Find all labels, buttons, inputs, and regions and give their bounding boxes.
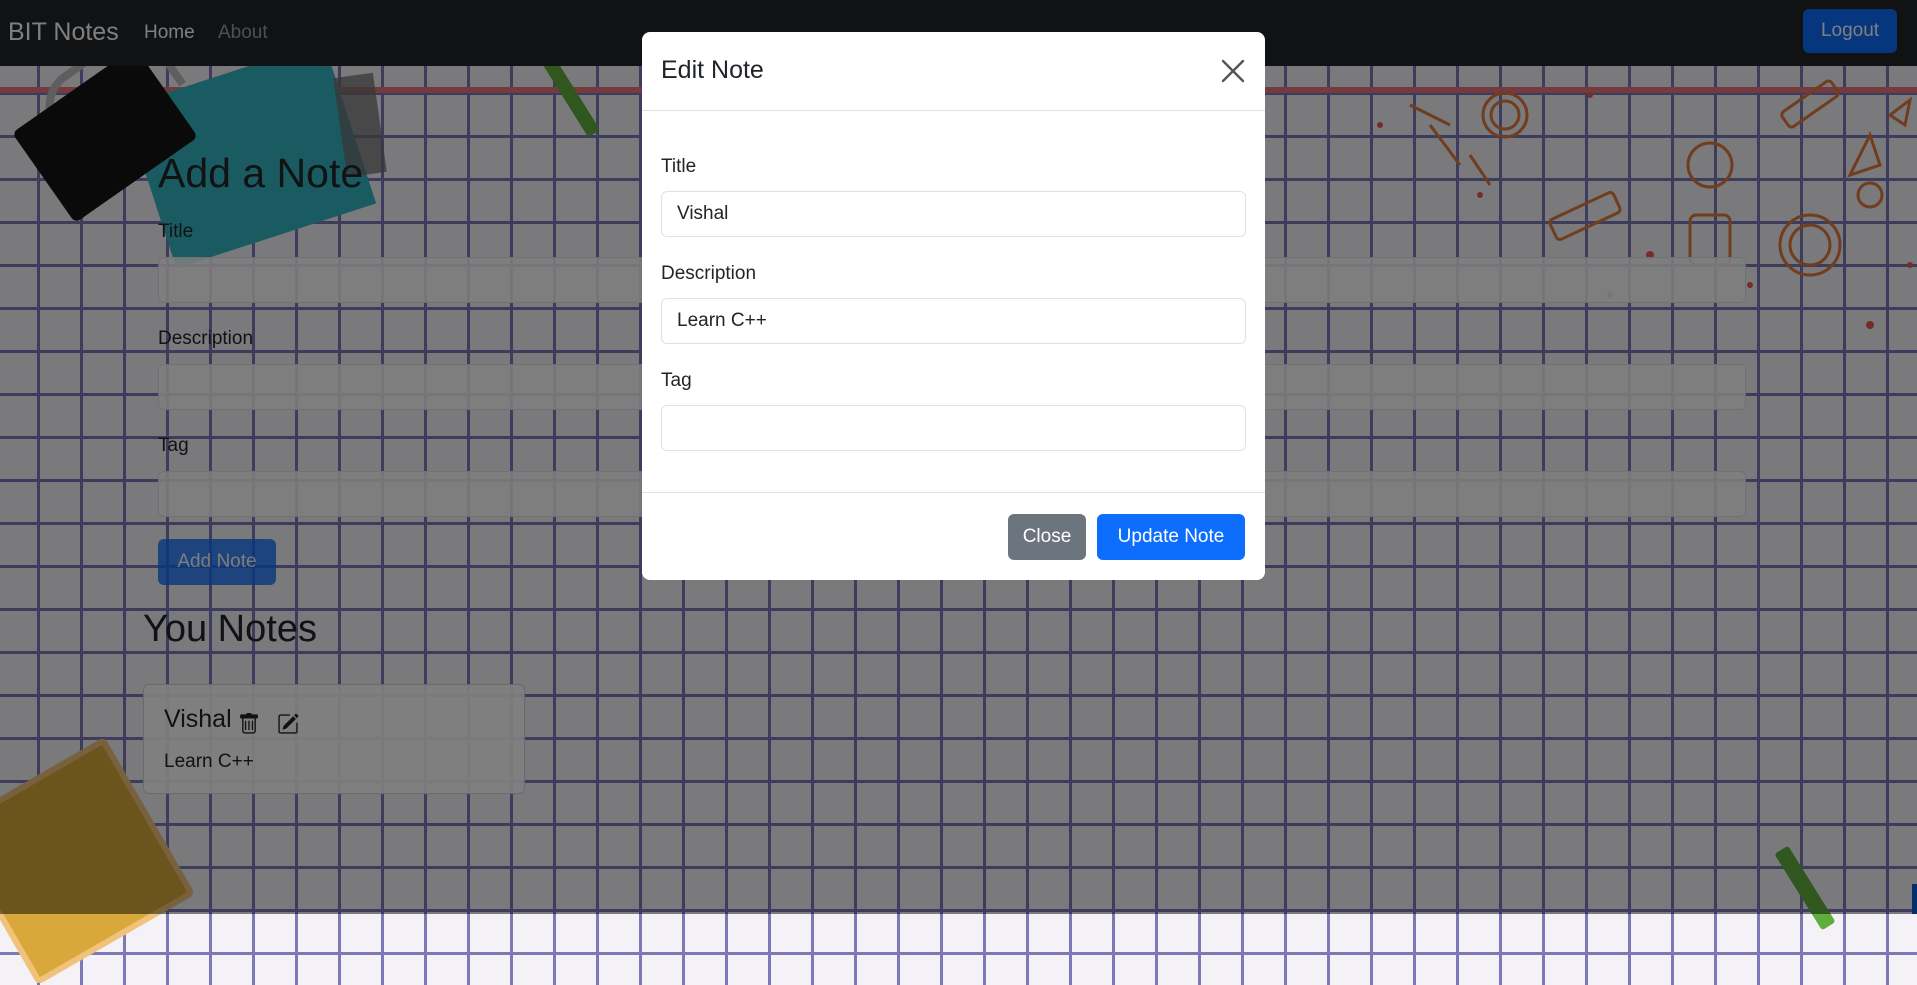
modal-footer: Close Update Note (642, 492, 1265, 581)
edit-note-modal: Edit Note Title Description Tag Close Up… (642, 32, 1265, 580)
modal-description-label: Description (661, 263, 757, 284)
modal-tag-label: Tag (661, 370, 692, 391)
close-icon[interactable] (1220, 58, 1246, 84)
modal-title-label: Title (661, 156, 697, 177)
update-note-button[interactable]: Update Note (1097, 514, 1245, 560)
modal-description-input[interactable] (661, 298, 1246, 344)
close-button[interactable]: Close (1008, 514, 1086, 560)
close-x-glyph (1221, 59, 1245, 83)
modal-header: Edit Note (642, 32, 1265, 111)
modal-title-input[interactable] (661, 191, 1246, 237)
modal-tag-input[interactable] (661, 405, 1246, 451)
modal-title: Edit Note (661, 56, 764, 84)
